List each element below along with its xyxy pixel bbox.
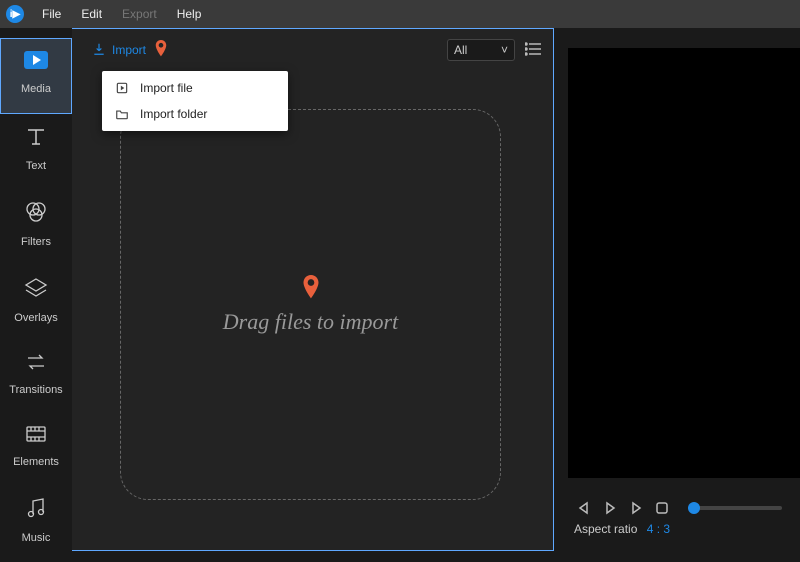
preview-column: Aspect ratio 4 : 3 bbox=[554, 28, 800, 559]
menubar: i▶ File Edit Export Help bbox=[0, 0, 800, 28]
import-arrow-icon bbox=[92, 42, 106, 59]
sidebar: Media Text Filters Overlays Transitions … bbox=[0, 28, 72, 559]
menu-export: Export bbox=[112, 7, 167, 21]
list-view-icon[interactable] bbox=[525, 42, 541, 59]
file-play-icon bbox=[114, 81, 130, 95]
dropzone-text: Drag files to import bbox=[223, 309, 398, 335]
playhead-slider[interactable] bbox=[688, 506, 782, 510]
menu-edit[interactable]: Edit bbox=[71, 7, 112, 21]
next-frame-button[interactable] bbox=[626, 498, 646, 518]
sidebar-label: Overlays bbox=[14, 312, 57, 324]
sidebar-label: Text bbox=[26, 160, 46, 172]
import-file-item[interactable]: Import file bbox=[102, 75, 288, 101]
filmstrip-icon bbox=[0, 424, 72, 450]
pin-icon bbox=[154, 40, 168, 60]
import-dropdown: Import file Import folder bbox=[102, 71, 288, 131]
sidebar-tab-music[interactable]: Music bbox=[0, 486, 72, 562]
stop-button[interactable] bbox=[652, 498, 672, 518]
sidebar-label: Transitions bbox=[9, 384, 62, 396]
preview-viewport bbox=[568, 48, 800, 478]
sidebar-tab-media[interactable]: Media bbox=[0, 38, 72, 114]
media-dropzone[interactable]: Drag files to import bbox=[120, 109, 501, 500]
play-button[interactable] bbox=[600, 498, 620, 518]
aspect-ratio-row: Aspect ratio 4 : 3 bbox=[554, 518, 800, 536]
sidebar-tab-filters[interactable]: Filters bbox=[0, 190, 72, 266]
sidebar-tab-transitions[interactable]: Transitions bbox=[0, 342, 72, 414]
pin-icon bbox=[301, 275, 321, 303]
text-icon bbox=[0, 124, 72, 154]
import-folder-item[interactable]: Import folder bbox=[102, 101, 288, 127]
layers-icon bbox=[0, 276, 72, 306]
menu-help[interactable]: Help bbox=[167, 7, 212, 21]
sidebar-label: Music bbox=[22, 532, 51, 544]
sidebar-label: Filters bbox=[21, 236, 51, 248]
aspect-value[interactable]: 4 : 3 bbox=[647, 522, 670, 536]
sidebar-tab-overlays[interactable]: Overlays bbox=[0, 266, 72, 342]
filter-value: All bbox=[454, 43, 467, 57]
app-logo: i▶ bbox=[6, 5, 24, 23]
swap-icon bbox=[0, 352, 72, 378]
import-button[interactable]: Import bbox=[84, 38, 154, 63]
music-icon bbox=[0, 496, 72, 526]
import-file-label: Import file bbox=[140, 81, 193, 95]
media-filter-select[interactable]: All ˅ bbox=[447, 39, 515, 61]
sidebar-tab-elements[interactable]: Elements bbox=[0, 414, 72, 486]
sidebar-tab-text[interactable]: Text bbox=[0, 114, 72, 190]
import-label: Import bbox=[112, 43, 146, 57]
sidebar-label: Elements bbox=[13, 456, 59, 468]
venn-icon bbox=[0, 200, 72, 230]
playhead-dot[interactable] bbox=[688, 502, 700, 514]
media-panel: Import All ˅ Import file Import folder bbox=[72, 28, 554, 551]
transport-bar bbox=[554, 498, 800, 518]
menu-file[interactable]: File bbox=[32, 7, 71, 21]
media-panel-header: Import All ˅ bbox=[72, 29, 553, 71]
chevron-down-icon: ˅ bbox=[501, 43, 508, 57]
folder-icon bbox=[114, 107, 130, 121]
import-folder-label: Import folder bbox=[140, 107, 207, 121]
aspect-label: Aspect ratio bbox=[574, 522, 637, 536]
play-rect-icon bbox=[1, 49, 71, 77]
prev-frame-button[interactable] bbox=[574, 498, 594, 518]
sidebar-label: Media bbox=[21, 83, 51, 95]
